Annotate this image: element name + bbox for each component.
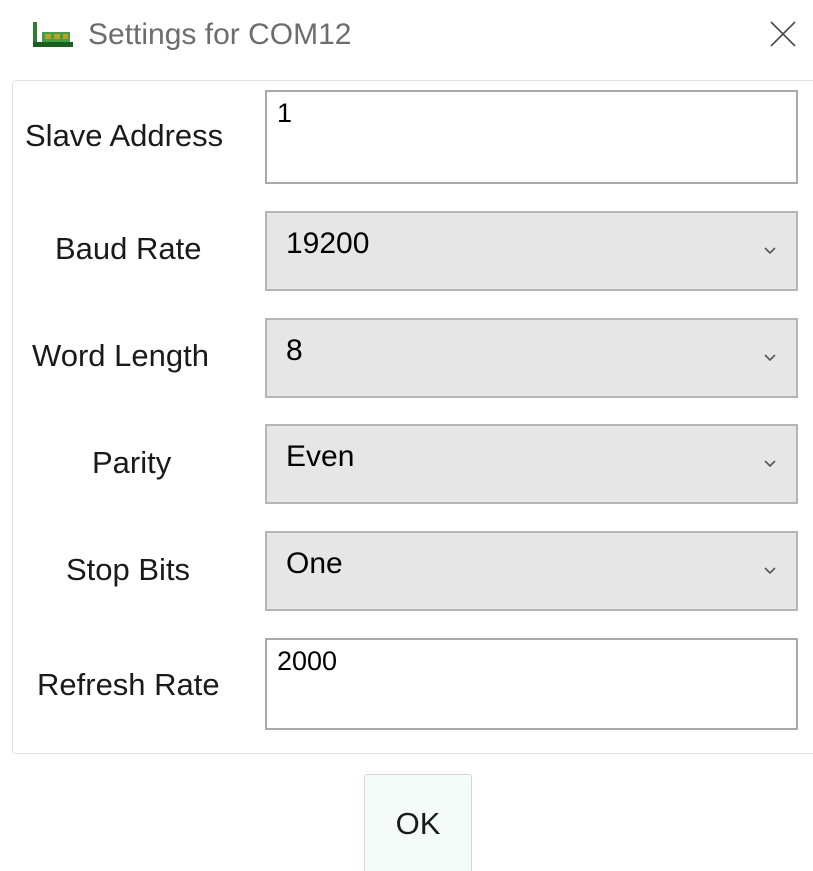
app-board-icon <box>33 22 73 48</box>
parity-value: Even <box>286 440 355 473</box>
slave-address-label: Slave Address <box>25 118 224 153</box>
close-button[interactable] <box>761 12 805 56</box>
parity-label: Parity <box>92 445 172 480</box>
refresh-rate-input[interactable]: 2000 <box>265 638 798 730</box>
stop-bits-select[interactable]: One <box>265 531 798 611</box>
ok-button[interactable]: OK <box>364 774 472 871</box>
slave-address-value: 1 <box>277 98 293 128</box>
baud-rate-label: Baud Rate <box>55 231 202 266</box>
parity-select[interactable]: Even <box>265 424 798 504</box>
settings-dialog: Settings for COM12 Slave Address 1 Baud … <box>0 0 813 871</box>
baud-rate-select[interactable]: 19200 <box>265 211 798 291</box>
slave-address-input[interactable]: 1 <box>265 90 798 184</box>
baud-rate-value: 19200 <box>286 227 370 260</box>
chevron-down-icon <box>764 460 776 468</box>
stop-bits-value: One <box>286 547 343 580</box>
chevron-down-icon <box>764 354 776 362</box>
title-bar: Settings for COM12 <box>0 0 813 70</box>
stop-bits-label: Stop Bits <box>66 552 191 587</box>
chevron-down-icon <box>764 567 776 575</box>
word-length-select[interactable]: 8 <box>265 318 798 398</box>
refresh-rate-label: Refresh Rate <box>37 667 220 702</box>
word-length-value: 8 <box>286 334 303 367</box>
chevron-down-icon <box>764 247 776 255</box>
refresh-rate-value: 2000 <box>277 646 338 676</box>
window-title: Settings for COM12 <box>88 18 352 51</box>
close-icon <box>770 21 796 47</box>
word-length-label: Word Length <box>32 338 209 373</box>
ok-button-label: OK <box>395 806 441 841</box>
